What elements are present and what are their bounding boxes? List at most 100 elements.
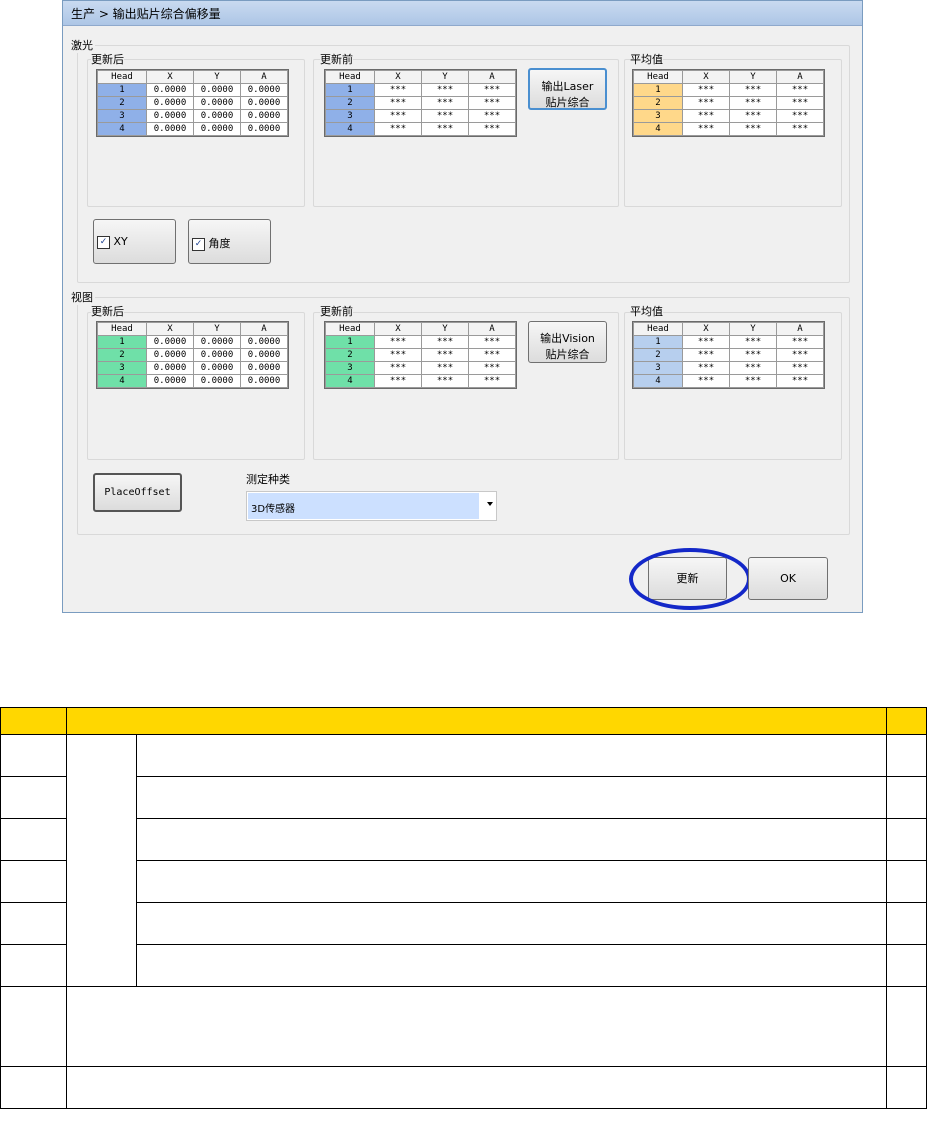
value-cell: *** [421, 348, 469, 362]
spec-header-cell [66, 707, 887, 735]
value-cell: *** [421, 374, 469, 388]
ok-button[interactable]: OK [748, 557, 828, 600]
table-row: 1 0.0000 0.0000 0.0000 [97, 83, 288, 97]
output-vision-button[interactable]: 输出Vision 贴片综合 [528, 321, 607, 363]
table-row: 2 *** *** *** [325, 348, 516, 362]
value-cell: *** [729, 83, 777, 97]
column-header: Y [729, 70, 777, 84]
head-number-cell: 4 [325, 374, 375, 388]
chevron-down-icon[interactable] [487, 502, 493, 506]
value-cell: 0.0000 [193, 122, 241, 136]
spec-cell [136, 902, 887, 945]
value-cell: 0.0000 [240, 83, 288, 97]
value-cell: *** [421, 83, 469, 97]
angle-check-icon[interactable]: ✓ [192, 237, 205, 251]
spec-row [0, 860, 927, 903]
column-header: Y [729, 322, 777, 336]
value-cell: *** [468, 348, 516, 362]
angle-toggle-button[interactable]: ✓ 角度 [188, 219, 271, 264]
value-cell: *** [374, 361, 422, 375]
value-cell: 0.0000 [146, 109, 194, 123]
vision-before-table: Head X Y A 1 *** *** *** 2 *** *** *** 3 *** *** *** 4 **… [324, 321, 517, 389]
spec-cell [885, 986, 927, 1067]
value-cell: *** [682, 335, 730, 349]
laser-after-label: 更新后 [91, 51, 124, 67]
spec-cell [885, 1066, 927, 1109]
value-cell: *** [468, 96, 516, 110]
spec-header-cell [0, 707, 67, 735]
column-header: Y [421, 322, 469, 336]
output-laser-button[interactable]: 输出Laser 贴片综合 [528, 68, 607, 110]
head-number-cell: 2 [633, 96, 683, 110]
spec-cell [136, 818, 887, 861]
value-cell: *** [729, 109, 777, 123]
spec-cell [885, 944, 927, 987]
place-offset-button-label: PlaceOffset [104, 487, 171, 498]
head-number-cell: 3 [325, 109, 375, 123]
table-row: 3 0.0000 0.0000 0.0000 [97, 109, 288, 123]
table-header-row: Head X Y A [97, 322, 288, 336]
head-number-cell: 4 [325, 122, 375, 136]
place-offset-button[interactable]: PlaceOffset [93, 473, 182, 512]
value-cell: *** [776, 122, 824, 136]
value-cell: *** [468, 109, 516, 123]
table-row: 3 *** *** *** [633, 361, 824, 375]
spec-cell [66, 1066, 887, 1109]
measure-type-value: 3D传感器 [251, 504, 296, 515]
spec-cell [136, 860, 887, 903]
column-header: A [468, 322, 516, 336]
table-row: 2 0.0000 0.0000 0.0000 [97, 96, 288, 110]
head-number-cell: 1 [325, 83, 375, 97]
table-row: 3 *** *** *** [325, 109, 516, 123]
spec-cell [136, 734, 887, 777]
value-cell: *** [729, 122, 777, 136]
table-row: 1 *** *** *** [633, 83, 824, 97]
head-number-cell: 2 [325, 348, 375, 362]
value-cell: 0.0000 [146, 374, 194, 388]
spec-cell [0, 734, 67, 777]
table-row: 1 *** *** *** [325, 83, 516, 97]
column-header: Head [633, 70, 683, 84]
value-cell: *** [468, 361, 516, 375]
spec-cell [0, 818, 67, 861]
value-cell: 0.0000 [146, 83, 194, 97]
vision-after-table: Head X Y A 1 0.0000 0.0000 0.0000 2 0.0000 0.0000 0… [96, 321, 289, 389]
vision-after-label: 更新后 [91, 303, 124, 319]
xy-toggle-button[interactable]: ✓ XY [93, 219, 176, 264]
value-cell: *** [776, 374, 824, 388]
output-vision-button-line2: 贴片综合 [545, 348, 590, 361]
spec-row [0, 902, 927, 945]
table-row: 1 *** *** *** [633, 335, 824, 349]
head-number-cell: 1 [97, 335, 147, 349]
head-number-cell: 2 [97, 348, 147, 362]
value-cell: *** [468, 83, 516, 97]
value-cell: 0.0000 [240, 96, 288, 110]
spec-cell [0, 986, 67, 1067]
column-header: A [776, 322, 824, 336]
value-cell: 0.0000 [240, 348, 288, 362]
value-cell: 0.0000 [240, 335, 288, 349]
spec-row [0, 776, 927, 819]
spec-row [0, 986, 927, 1067]
xy-check-icon[interactable]: ✓ [97, 235, 110, 249]
spec-cell [136, 776, 887, 819]
highlight-ring [629, 548, 751, 610]
column-header: X [146, 70, 194, 84]
value-cell: *** [776, 335, 824, 349]
column-header: X [374, 70, 422, 84]
vision-before-label: 更新前 [320, 303, 353, 319]
value-cell: 0.0000 [146, 348, 194, 362]
table-row: 4 *** *** *** [325, 374, 516, 388]
value-cell: *** [374, 348, 422, 362]
column-header: X [374, 322, 422, 336]
head-number-cell: 3 [633, 361, 683, 375]
spec-row [0, 818, 927, 861]
value-cell: *** [776, 109, 824, 123]
column-header: X [682, 70, 730, 84]
measure-type-select[interactable]: 3D传感器 [246, 491, 497, 521]
laser-after-table: Head X Y A 1 0.0000 0.0000 0.0000 2 0.0000 0.0000 0… [96, 69, 289, 137]
head-number-cell: 1 [633, 335, 683, 349]
value-cell: *** [374, 335, 422, 349]
value-cell: *** [374, 122, 422, 136]
table-row: 4 *** *** *** [633, 374, 824, 388]
